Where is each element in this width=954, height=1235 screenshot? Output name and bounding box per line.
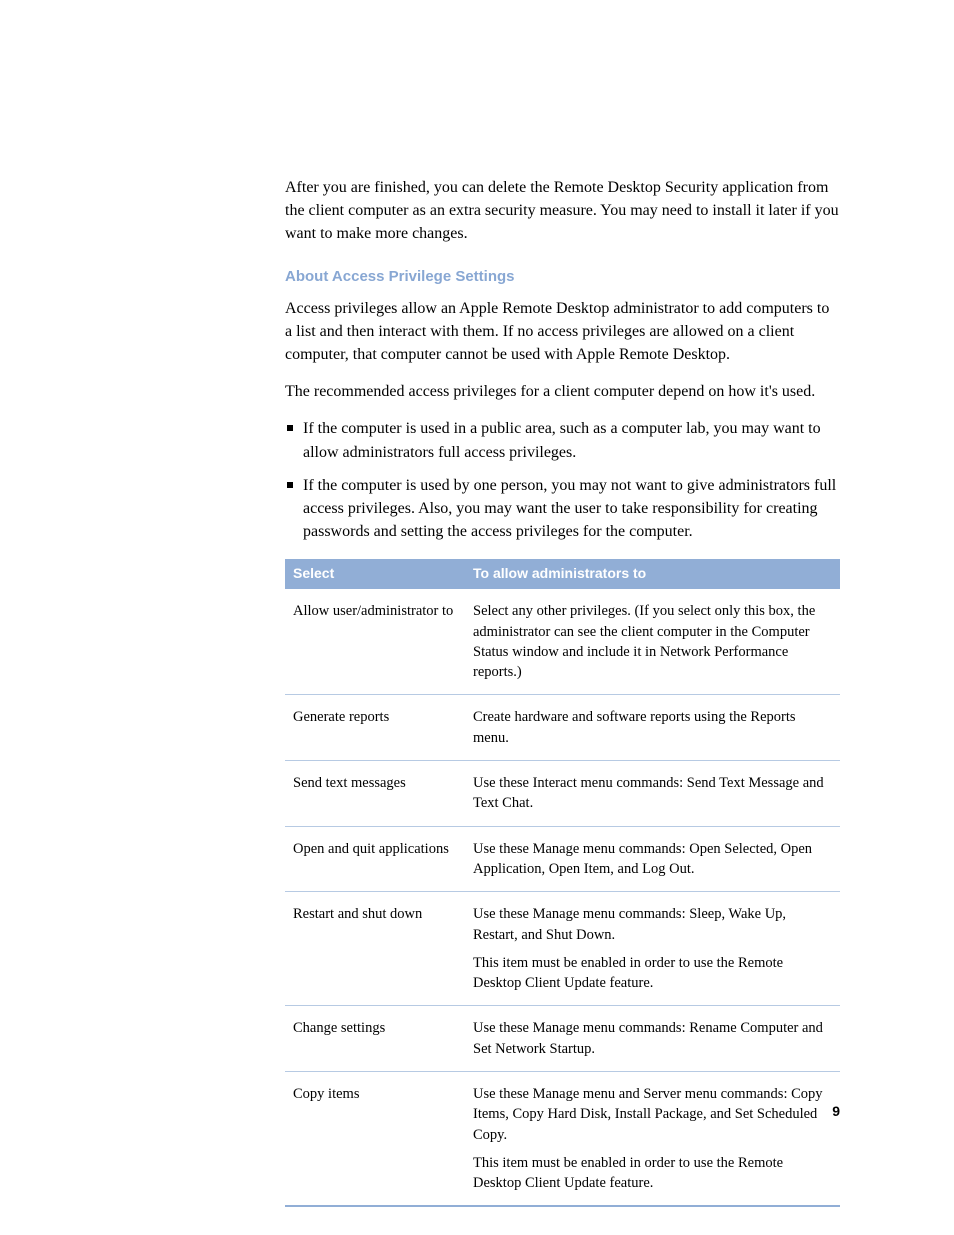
table-cell-select: Generate reports <box>285 695 465 761</box>
cell-paragraph: Create hardware and software reports usi… <box>473 707 832 748</box>
bullet-item: If the computer is used by one person, y… <box>285 474 840 544</box>
intro-paragraph: After you are finished, you can delete t… <box>285 176 840 246</box>
table-cell-desc: Use these Interact menu commands: Send T… <box>465 761 840 827</box>
page-number: 9 <box>832 1103 840 1119</box>
body-paragraph-2: The recommended access privileges for a … <box>285 380 840 403</box>
cell-paragraph: Use these Interact menu commands: Send T… <box>473 773 832 814</box>
table-cell-desc: Use these Manage menu and Server menu co… <box>465 1072 840 1207</box>
cell-paragraph: Use these Manage menu commands: Open Sel… <box>473 839 832 880</box>
cell-paragraph: Use these Manage menu commands: Sleep, W… <box>473 904 832 945</box>
table-header-row: Select To allow administrators to <box>285 559 840 588</box>
table-cell-select: Restart and shut down <box>285 892 465 1006</box>
table-header-select: Select <box>285 559 465 588</box>
table-row: Send text messages Use these Interact me… <box>285 761 840 827</box>
cell-paragraph: Use these Manage menu and Server menu co… <box>473 1084 832 1145</box>
table-cell-select: Copy items <box>285 1072 465 1207</box>
table-row: Open and quit applications Use these Man… <box>285 826 840 892</box>
table-cell-select: Open and quit applications <box>285 826 465 892</box>
table-cell-select: Allow user/administrator to <box>285 588 465 695</box>
table-header-allow: To allow administrators to <box>465 559 840 588</box>
bullet-item: If the computer is used in a public area… <box>285 417 840 463</box>
table-row: Copy items Use these Manage menu and Ser… <box>285 1072 840 1207</box>
cell-paragraph: Select any other privileges. (If you sel… <box>473 601 832 682</box>
table-cell-desc: Use these Manage menu commands: Rename C… <box>465 1006 840 1072</box>
table-cell-desc: Create hardware and software reports usi… <box>465 695 840 761</box>
table-row: Restart and shut down Use these Manage m… <box>285 892 840 1006</box>
cell-paragraph: This item must be enabled in order to us… <box>473 953 832 994</box>
table-cell-desc: Use these Manage menu commands: Sleep, W… <box>465 892 840 1006</box>
table-row: Change settings Use these Manage menu co… <box>285 1006 840 1072</box>
table-cell-select: Change settings <box>285 1006 465 1072</box>
table-cell-desc: Select any other privileges. (If you sel… <box>465 588 840 695</box>
body-paragraph-1: Access privileges allow an Apple Remote … <box>285 297 840 367</box>
table-row: Generate reports Create hardware and sof… <box>285 695 840 761</box>
cell-paragraph: Use these Manage menu commands: Rename C… <box>473 1018 832 1059</box>
cell-paragraph: This item must be enabled in order to us… <box>473 1153 832 1194</box>
page-content: After you are finished, you can delete t… <box>285 176 840 1207</box>
table-cell-desc: Use these Manage menu commands: Open Sel… <box>465 826 840 892</box>
section-heading: About Access Privilege Settings <box>285 268 840 285</box>
privileges-table: Select To allow administrators to Allow … <box>285 559 840 1207</box>
table-row: Allow user/administrator to Select any o… <box>285 588 840 695</box>
table-cell-select: Send text messages <box>285 761 465 827</box>
bullet-list: If the computer is used in a public area… <box>285 417 840 543</box>
